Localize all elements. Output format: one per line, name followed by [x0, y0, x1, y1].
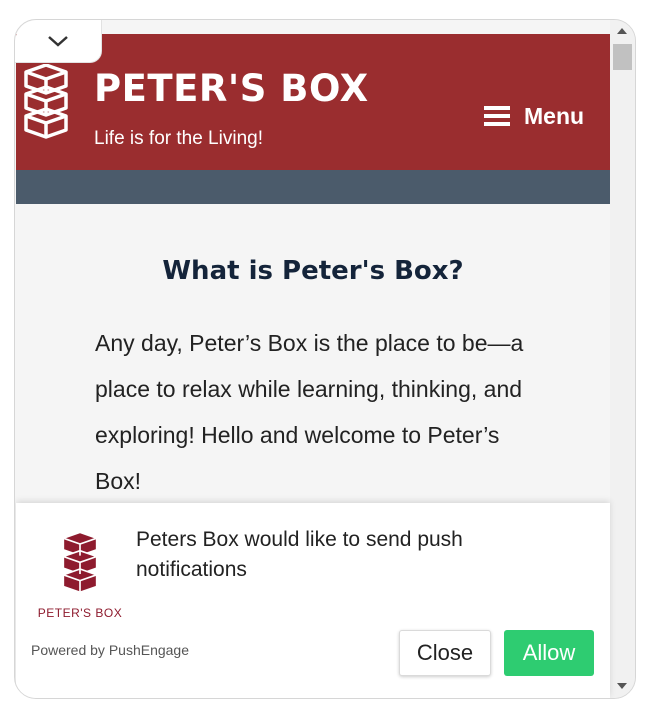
- vertical-scrollbar[interactable]: [610, 20, 635, 698]
- push-message: Peters Box would like to send push notif…: [136, 528, 463, 581]
- allow-button[interactable]: Allow: [504, 630, 594, 676]
- site-title[interactable]: PETER'S BOX: [94, 67, 369, 110]
- powered-by-text: Powered by PushEngage: [31, 642, 189, 658]
- push-brand-logo: PETER'S BOX: [34, 529, 126, 620]
- menu-button[interactable]: Menu: [484, 102, 584, 130]
- push-notification-prompt: PETER'S BOX Peters Box would like to sen…: [16, 503, 610, 698]
- scroll-up-arrow-icon[interactable]: [617, 28, 627, 34]
- scroll-down-arrow-icon[interactable]: [617, 683, 627, 689]
- site-tagline: Life is for the Living!: [94, 128, 263, 149]
- stacked-boxes-logo: [62, 531, 98, 594]
- site-header: PETER'S BOX Life is for the Living! Menu: [16, 34, 610, 170]
- secondary-nav-bar: [16, 170, 610, 204]
- browser-frame: PETER'S BOX Life is for the Living! Menu…: [14, 19, 636, 699]
- collapse-tab[interactable]: [15, 20, 102, 63]
- hamburger-icon: [484, 102, 510, 130]
- close-button[interactable]: Close: [399, 630, 491, 676]
- page-heading: What is Peter's Box?: [162, 256, 464, 286]
- stacked-boxes-logo: [24, 64, 68, 139]
- intro-paragraph: Any day, Peter’s Box is the place to be—…: [95, 330, 524, 494]
- scroll-thumb[interactable]: [613, 44, 632, 70]
- menu-label: Menu: [524, 102, 585, 129]
- chevron-down-icon: [48, 36, 68, 47]
- push-brand-name: PETER'S BOX: [37, 606, 123, 620]
